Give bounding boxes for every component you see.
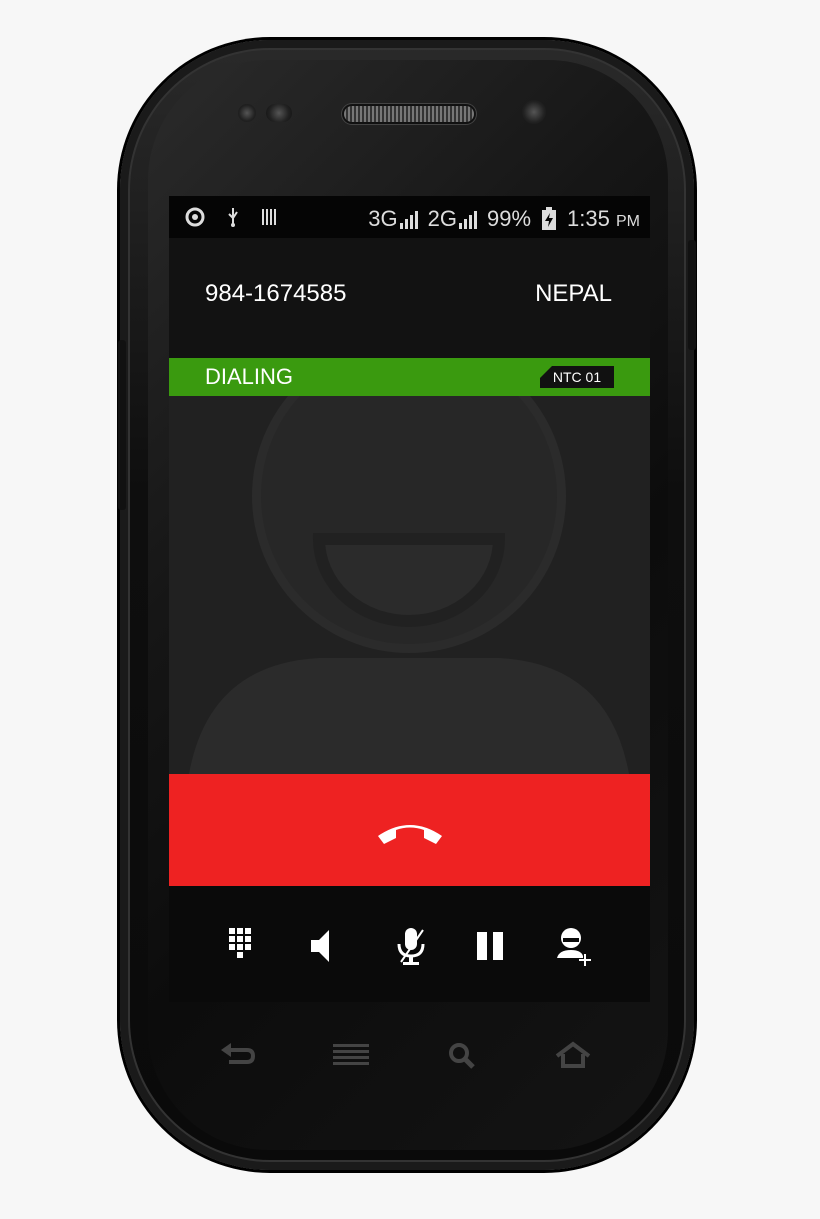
signal-bars-1-icon [399, 209, 418, 229]
call-status-bar: DIALING NTC 01 [169, 358, 650, 396]
carrier-badge: NTC 01 [540, 366, 614, 388]
caller-country: NEPAL [535, 280, 612, 307]
barcode-icon [262, 209, 276, 225]
end-call-icon [378, 825, 442, 844]
default-avatar-icon [189, 396, 629, 774]
earpiece-speaker [344, 106, 474, 122]
call-controls [169, 886, 650, 1002]
clock-ampm: PM [616, 213, 640, 230]
battery-charging-icon [542, 207, 557, 230]
hold-icon[interactable] [471, 926, 511, 966]
signal-bars-2-icon [459, 209, 477, 229]
end-call-button[interactable] [169, 774, 650, 886]
contact-photo [169, 396, 650, 774]
usb-icon [228, 208, 238, 227]
add-call-icon[interactable] [555, 926, 595, 966]
network-3g-label: 3G [368, 206, 398, 231]
clock-time: 1:35 [567, 206, 610, 231]
battery-percent: 99% [487, 206, 532, 231]
navigation-bar [169, 1030, 650, 1080]
volume-button[interactable] [118, 340, 126, 510]
mute-icon[interactable] [391, 926, 431, 966]
caller-info: 984-1674585 NEPAL [169, 238, 650, 358]
front-camera [522, 100, 546, 124]
clock: 1:35 PM [567, 206, 640, 232]
light-sensor [266, 104, 292, 122]
phone-number: 984-1674585 [205, 280, 347, 307]
screen: 3G 2G 99% 1:35 PM 984-1674585 NEPAL DIAL… [169, 196, 650, 1002]
dialpad-icon[interactable] [225, 926, 265, 966]
proximity-sensor [238, 104, 256, 122]
menu-icon[interactable] [331, 1040, 371, 1070]
speaker-icon[interactable] [305, 926, 345, 966]
network-2g-label: 2G [427, 206, 457, 231]
call-status: DIALING [205, 364, 294, 389]
sync-icon [185, 207, 205, 227]
power-button[interactable] [688, 240, 696, 350]
back-icon[interactable] [219, 1040, 259, 1070]
status-bar: 3G 2G 99% 1:35 PM [169, 196, 650, 238]
home-icon[interactable] [553, 1040, 593, 1070]
search-icon[interactable] [443, 1040, 483, 1070]
